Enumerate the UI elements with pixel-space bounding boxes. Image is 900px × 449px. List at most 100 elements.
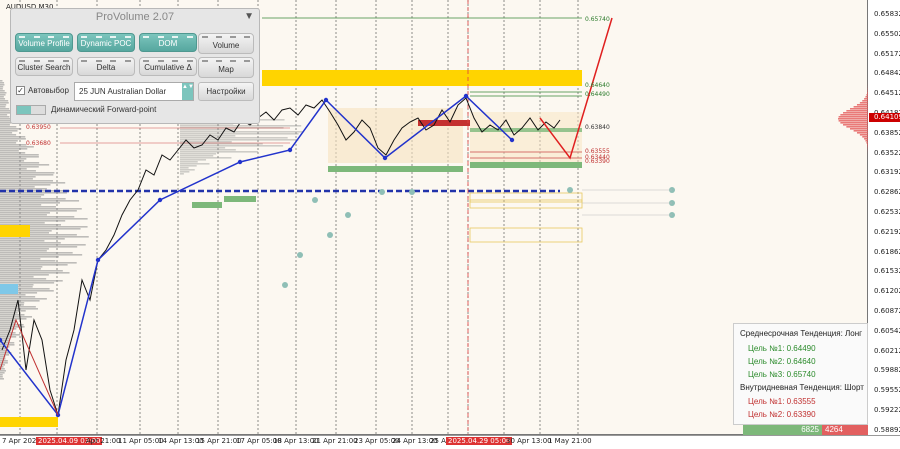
price-tick-label: 0.63522 — [874, 148, 900, 157]
forward-point-toggle[interactable] — [16, 105, 46, 115]
volume-profile-bar — [0, 102, 9, 104]
volume-profile-bar — [0, 112, 11, 114]
intraday-target-1: Цель №1: 0.63555 — [748, 397, 816, 406]
volume-profile-bar — [0, 162, 40, 164]
current-price-label: 0.64109 — [869, 113, 900, 122]
auto-select-checkbox[interactable]: ✓ — [16, 86, 25, 95]
button-indicator-icon — [143, 60, 193, 63]
price-tick-label: 0.59552 — [874, 386, 900, 395]
select-arrows-icon[interactable]: ▲▼ — [182, 83, 194, 100]
button-indicator-icon — [143, 36, 193, 39]
time-tick-label: 7 Apr 2025 — [2, 437, 41, 445]
instrument-select[interactable]: 25 JUN Australian Dollar ▲▼ — [74, 82, 194, 101]
button-indicator-icon — [19, 60, 69, 63]
volume-profile-bar — [180, 161, 198, 163]
settings-button[interactable]: Настройки — [198, 82, 254, 101]
map-button[interactable]: Map — [198, 57, 254, 78]
volume-profile-bar — [0, 370, 6, 372]
dom-profile-bar — [840, 114, 868, 116]
volume-profile-bar — [0, 270, 63, 272]
level-value-label: 0.63840 — [585, 124, 610, 131]
volume-profile-bar — [180, 159, 207, 161]
cumulative-delta-button[interactable]: Cumulative Δ — [139, 57, 197, 76]
dom-profile-bar — [853, 106, 868, 108]
price-tick-label: 0.63192 — [874, 168, 900, 177]
volume-profile-bar — [180, 147, 226, 149]
time-axis[interactable]: 7 Apr 2025 2025.04.09 03:00 Apr 21:00 11 Ap… — [0, 435, 900, 449]
dom-button[interactable]: DOM — [139, 33, 197, 52]
volume-profile-bar — [0, 254, 83, 256]
volume-profile-bar — [0, 130, 18, 132]
volume-profile-bar — [0, 336, 17, 338]
level-value-label: 0.63680 — [26, 140, 51, 147]
dynamic-poc-button[interactable]: Dynamic POC — [77, 33, 135, 52]
zigzag-node — [95, 257, 101, 263]
medium-target-2: Цель №2: 0.64640 — [748, 357, 816, 366]
volume-profile-bar — [0, 98, 6, 100]
price-tick-label: 0.62192 — [874, 227, 900, 236]
volume-profile-bar — [0, 182, 66, 184]
volume-profile-bar — [0, 364, 6, 366]
volume-profile-bar — [0, 212, 50, 214]
volume-profile-bar — [0, 300, 40, 302]
zigzag-node — [287, 147, 293, 153]
volume-button[interactable]: Volume — [198, 33, 254, 54]
volume-profile-bar — [0, 302, 25, 304]
volume-profile-bar — [0, 296, 36, 298]
volume-profile-bar — [0, 294, 26, 296]
volume-profile-bar — [0, 84, 5, 86]
volume-profile-bar — [0, 136, 26, 138]
price-tick-label: 0.65172 — [874, 49, 900, 58]
volume-profile-bar — [0, 168, 27, 170]
volume-profile-bar — [0, 166, 39, 168]
volume-profile-bar — [0, 104, 7, 106]
volume-profile-bar — [180, 139, 299, 141]
button-label: Volume Profile — [18, 39, 70, 48]
volume-profile-bar — [0, 320, 17, 322]
resistance-zone — [262, 70, 582, 86]
poc-marker — [418, 120, 470, 126]
volume-profile-bar — [0, 218, 88, 220]
volume-profile-bar — [0, 304, 24, 306]
volume-profile-bar — [0, 204, 42, 206]
volume-profile-bar — [0, 184, 51, 186]
button-label: Cumulative Δ — [144, 63, 192, 72]
volume-profile-bar — [0, 178, 33, 180]
button-label: Map — [218, 65, 234, 74]
volume-profile-bar — [0, 248, 49, 250]
volume-profile-bar — [0, 106, 6, 108]
volume-profile-bar — [0, 174, 54, 176]
button-label: Cluster Search — [17, 63, 71, 72]
dom-profile-bar — [843, 124, 868, 126]
volume-profile-bar — [0, 238, 65, 240]
button-indicator-icon — [81, 60, 131, 63]
volume-profile-button[interactable]: Volume Profile — [15, 33, 73, 52]
volume-profile-bar — [0, 94, 6, 96]
volume-profile-bar — [0, 170, 36, 172]
volume-profile-bar — [0, 210, 77, 212]
time-tick-label: 1 May 21:00 — [548, 437, 592, 445]
price-axis[interactable]: 0.65832 0.65502 0.65172 0.64842 0.64512 0.641… — [868, 0, 900, 435]
volume-profile-bar — [180, 167, 189, 169]
volume-profile-bar — [0, 344, 15, 346]
dom-profile-bar — [838, 120, 868, 122]
volume-profile-bar — [0, 206, 56, 208]
projection-dot — [327, 232, 333, 238]
dom-profile-bar — [849, 128, 868, 130]
volume-profile-bar — [0, 260, 56, 262]
volume-profile-bar — [0, 150, 19, 152]
cluster-search-button[interactable]: Cluster Search — [15, 57, 73, 76]
dom-profile-bar — [856, 104, 868, 106]
volume-profile-bar — [0, 214, 47, 216]
provolume-panel[interactable]: ProVolume 2.07 ▼ Volume Profile Dynamic P… — [10, 8, 260, 124]
price-tick-label: 0.61862 — [874, 247, 900, 256]
volume-profile-bar — [0, 252, 73, 254]
volume-profile-bar — [0, 90, 5, 92]
volume-profile-bar — [0, 374, 3, 376]
zigzag-node — [323, 97, 329, 103]
panel-collapse-icon[interactable]: ▼ — [244, 11, 254, 22]
delta-button[interactable]: Delta — [77, 57, 135, 76]
volume-profile-bar — [0, 240, 45, 242]
time-tick-label: 30 Apr 13:00 — [506, 437, 552, 445]
level-value-label: 0.63950 — [26, 124, 51, 131]
